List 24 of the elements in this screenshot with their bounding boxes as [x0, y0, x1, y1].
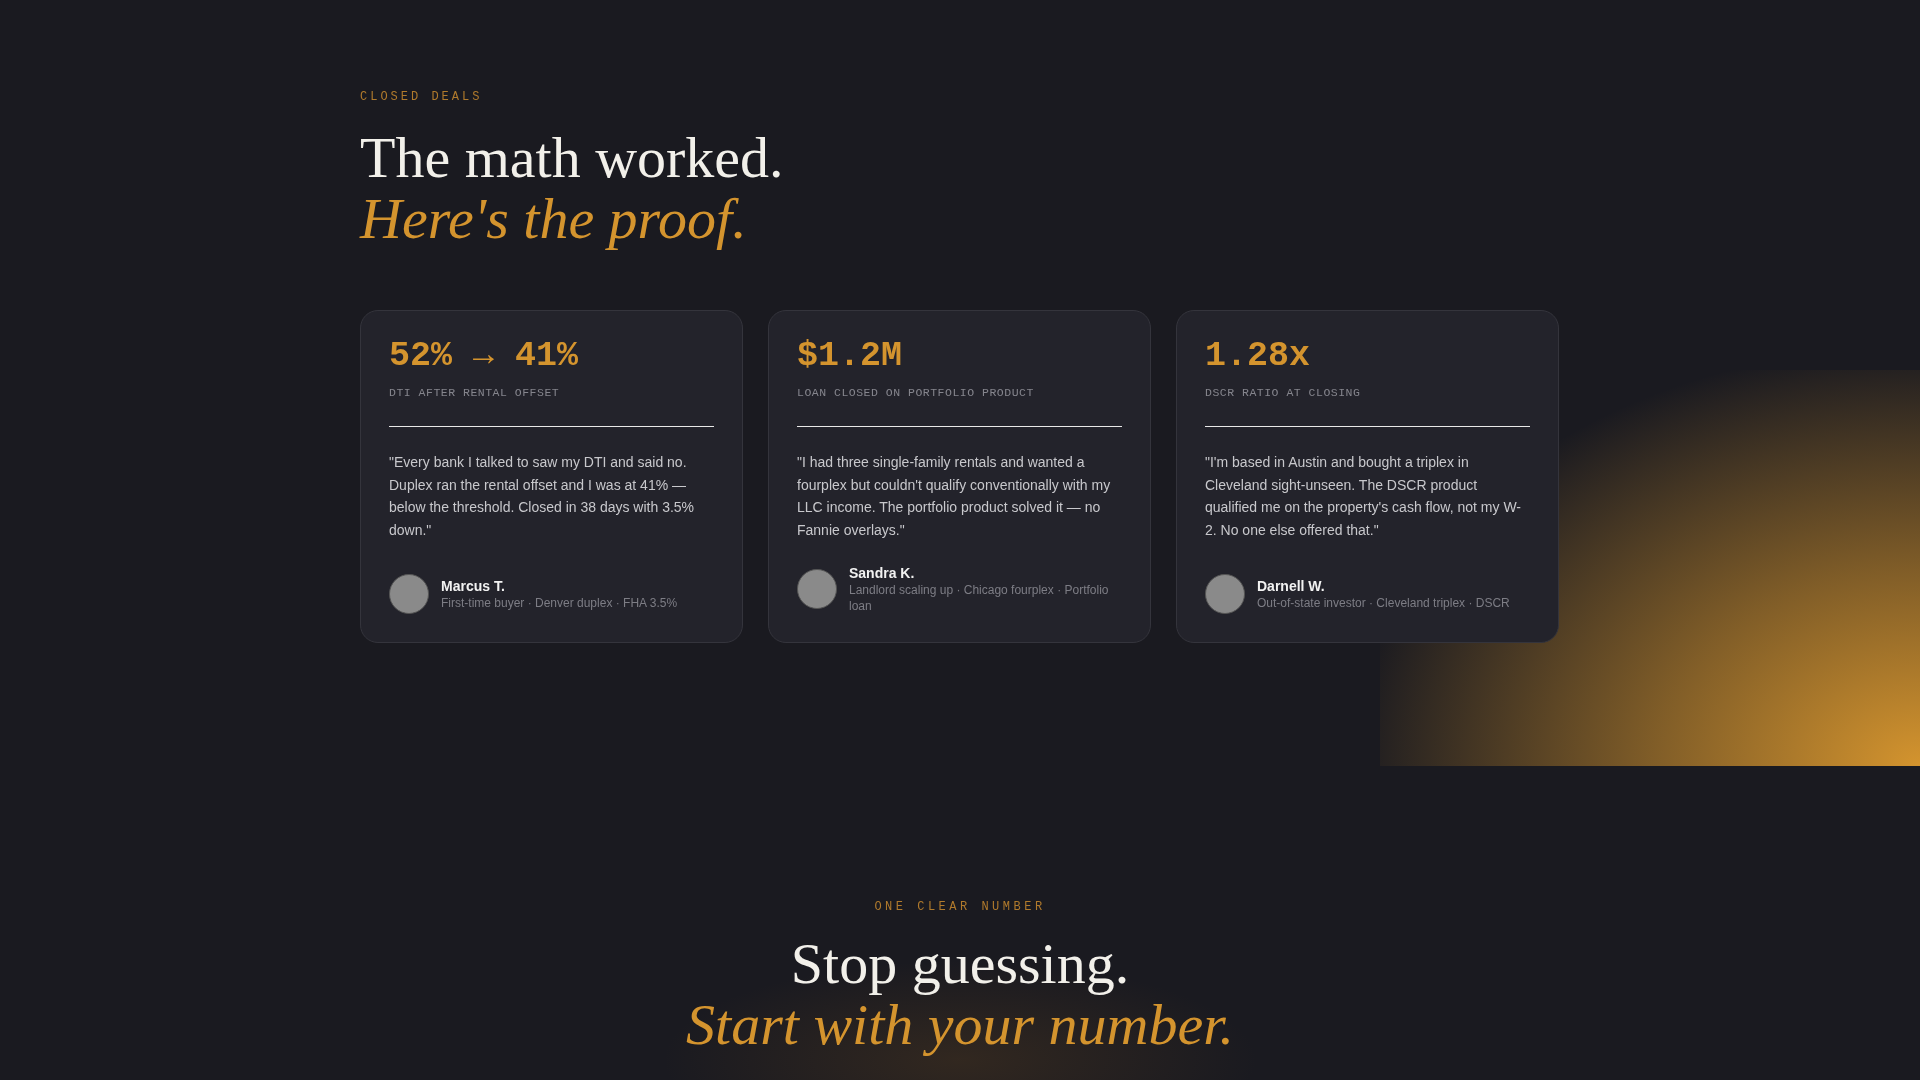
section-heading-accent: Start with your number.	[686, 994, 1234, 1056]
avatar-placeholder	[1205, 574, 1245, 614]
stat-value: 1.28x	[1205, 336, 1311, 376]
section-heading-accent: Here's the proof.	[360, 188, 747, 250]
stat-label: LOAN CLOSED ON PORTFOLIO PRODUCT	[797, 385, 1034, 401]
customer-detail: Landlord scaling up · Chicago fourplex · Portfolio loan	[849, 582, 1110, 614]
section-eyebrow: CLOSED DEALS	[360, 89, 483, 106]
section-heading: The math worked.	[360, 128, 784, 188]
stat-value: 52% → 41%	[389, 336, 579, 376]
stat-label: DTI AFTER RENTAL OFFSET	[389, 385, 560, 401]
testimonial-quote: "I had three single-family rentals and wanted a fourplex but couldn't qualify conventionally with my LLC income. The portfolio product solved it — no Fannie overlays."	[797, 453, 1112, 540]
customer-detail: First-time buyer · Denver duplex · FHA 3.5%	[441, 595, 678, 611]
testimonial-quote: "Every bank I talked to saw my DTI and said no. Duplex ran the rental offset and I was at 41% — below the threshold. Closed in 38 days with 3.5% down."	[389, 453, 696, 540]
section-heading: Stop guessing.	[790, 934, 1130, 994]
stat-value: $1.2M	[797, 336, 903, 376]
avatar-placeholder	[389, 574, 429, 614]
testimonial-quote: "I'm based in Austin and bought a triplex in Cleveland sight-unseen. The DSCR product qualified me on the property's cash flow, not my W-2. No one else offered that."	[1205, 453, 1522, 540]
customer-detail: Out-of-state investor · Cleveland triplex · DSCR	[1257, 595, 1510, 611]
customer-name: Sandra K.	[849, 564, 916, 582]
customer-name: Marcus T.	[441, 577, 506, 595]
stat-label: DSCR RATIO AT CLOSING	[1205, 385, 1361, 401]
section-eyebrow: ONE CLEAR NUMBER	[874, 899, 1046, 916]
avatar-placeholder	[797, 569, 837, 609]
customer-name: Darnell W.	[1257, 577, 1326, 595]
